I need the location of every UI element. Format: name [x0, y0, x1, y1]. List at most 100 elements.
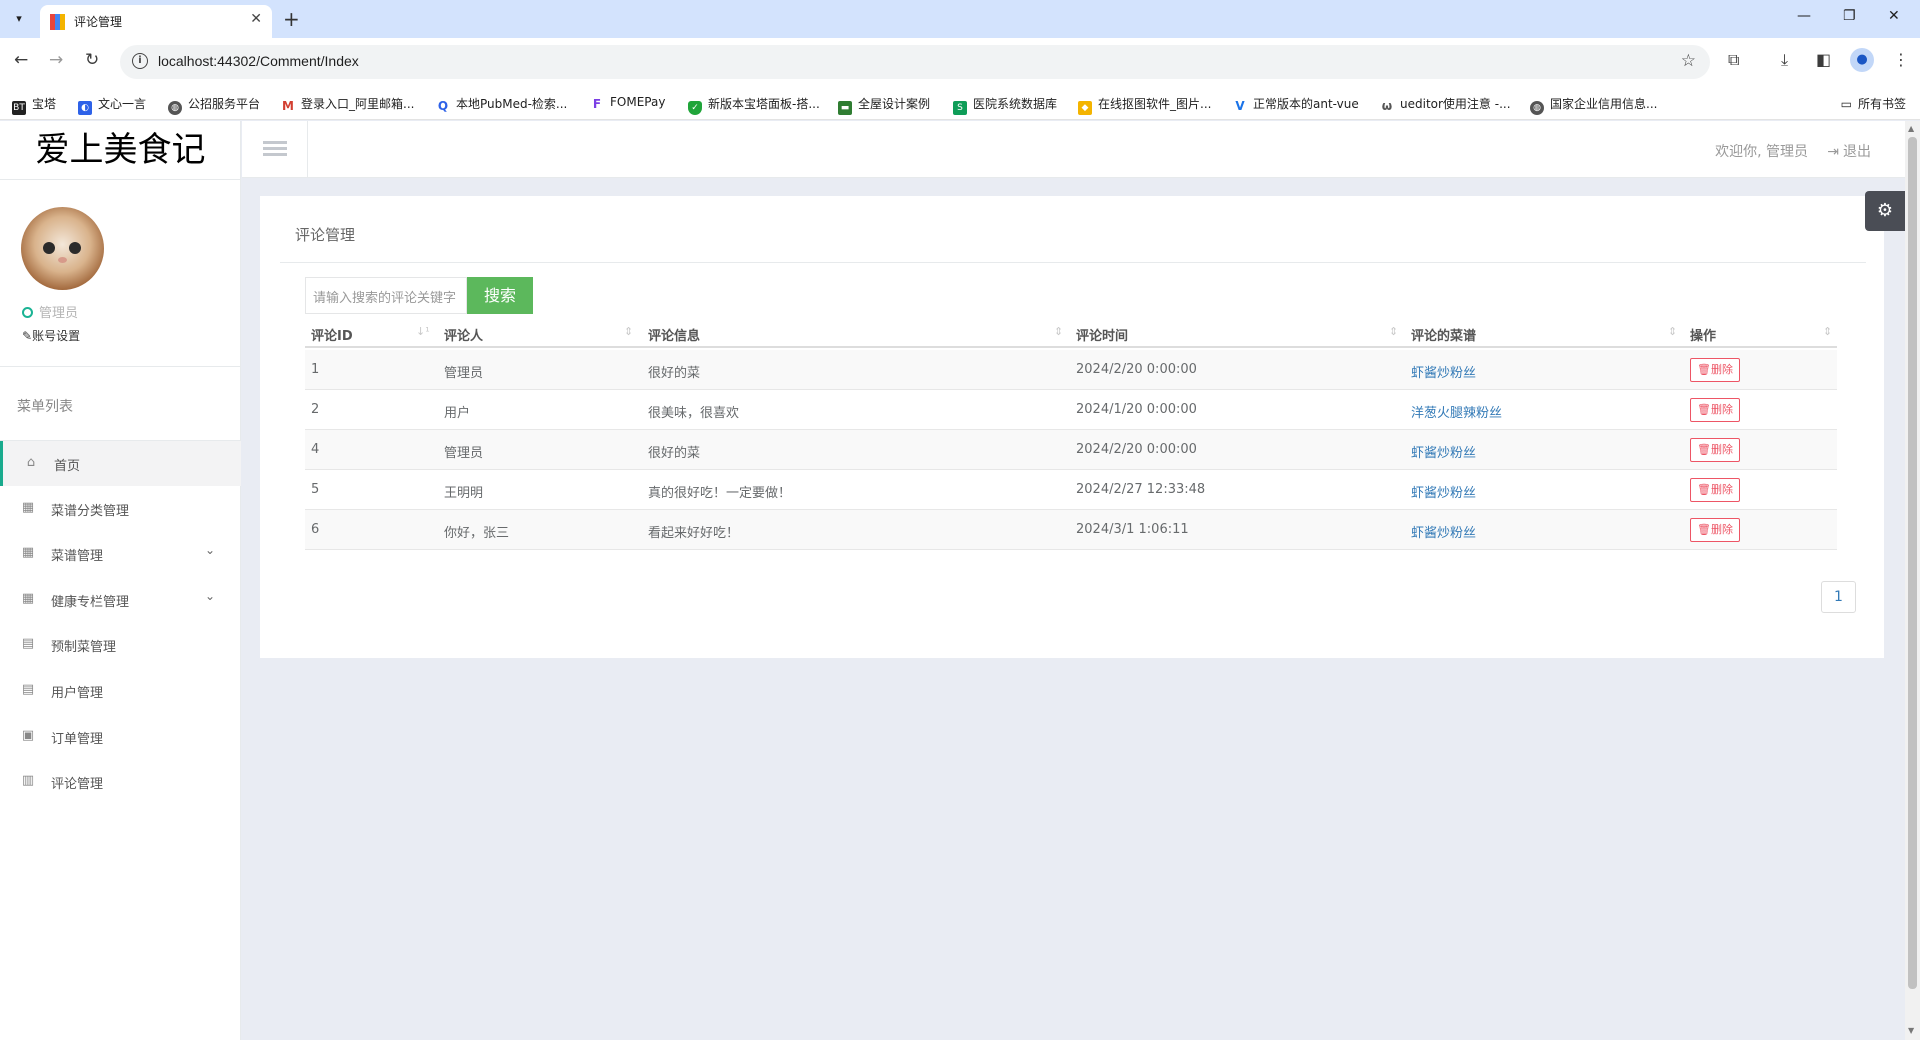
trash-icon: 🗑 [1697, 363, 1711, 376]
search-input[interactable]: 请输入搜索的评论关键字 [305, 277, 467, 314]
bookmark-item[interactable]: ◆ 在线抠图软件_图片... [1078, 95, 1211, 115]
sidebar-item-recipe[interactable]: ▦ 菜谱管理 ⌄ [0, 531, 241, 576]
bookmark-item[interactable]: BT 宝塔 [12, 95, 56, 115]
column-header-user[interactable]: 评论人 [444, 325, 483, 344]
bookmark-label: 国家企业信用信息... [1550, 97, 1658, 111]
main-content: 评论管理 请输入搜索的评论关键字 搜索 评论ID ↓¹ 评论人 ⇕ 评论信息 ⇕… [242, 178, 1905, 1040]
extensions-icon[interactable]: ⧉ [1728, 50, 1739, 70]
sort-icon[interactable]: ⇕ [1823, 325, 1832, 338]
cell-id: 1 [311, 362, 320, 377]
folder-icon: ▭ [1840, 97, 1852, 111]
pagination-page-1[interactable]: 1 [1821, 581, 1856, 613]
delete-label: 删除 [1710, 523, 1733, 536]
delete-button[interactable]: 🗑删除 [1690, 438, 1740, 462]
bookmark-star-icon[interactable]: ☆ [1681, 51, 1696, 71]
cell-content: 很好的菜 [648, 366, 701, 381]
scroll-up-icon[interactable]: ▲ [1908, 124, 1914, 133]
recipe-link[interactable]: 虾酱炒粉丝 [1411, 522, 1476, 541]
tab-title: 评论管理 [74, 15, 123, 29]
panel-divider [280, 262, 1866, 263]
all-bookmarks[interactable]: ▭ 所有书签 [1841, 95, 1906, 112]
sidebar-item-users[interactable]: ▤ 用户管理 [0, 668, 241, 713]
column-header-recipe[interactable]: 评论的菜谱 [1411, 325, 1476, 344]
back-icon[interactable]: ← [14, 50, 28, 70]
sidebar-item-comments[interactable]: ▥ 评论管理 [0, 759, 241, 804]
tab-search-icon[interactable]: ▾ [8, 8, 30, 30]
profile-avatar-icon[interactable]: ● [1850, 48, 1874, 72]
page-scrollbar[interactable]: ▲ ▼ [1905, 121, 1920, 1040]
more-menu-icon[interactable]: ⋮ [1893, 50, 1909, 69]
recipe-link[interactable]: 虾酱炒粉丝 [1411, 482, 1476, 501]
address-bar[interactable]: i localhost:44302/Comment/Index ☆ [120, 45, 1710, 79]
column-header-time[interactable]: 评论时间 [1076, 325, 1128, 344]
new-tab-icon[interactable]: + [283, 7, 300, 31]
home-icon: ⌂ [26, 455, 36, 470]
globe-icon: ◍ [1530, 101, 1544, 115]
bookmark-item[interactable]: ◍ 国家企业信用信息... [1530, 95, 1657, 115]
menu-toggle-icon[interactable] [242, 121, 308, 178]
bookmark-item[interactable]: Q 本地PubMed-检索... [436, 95, 567, 113]
avatar[interactable] [21, 207, 104, 290]
bookmark-item[interactable]: M 登录入口_阿里邮箱... [281, 95, 414, 113]
globe-icon: ◍ [168, 101, 182, 115]
account-settings-link[interactable]: ✎账号设置 [22, 327, 80, 344]
column-header-content[interactable]: 评论信息 [648, 325, 700, 344]
sidebar-item-prepared-dish[interactable]: ▤ 预制菜管理 [0, 622, 241, 667]
browser-tab[interactable]: 评论管理 ✕ [40, 5, 272, 38]
table-icon: ▦ [21, 591, 35, 606]
bookmark-label: ueditor使用注意 -... [1400, 97, 1511, 111]
delete-button[interactable]: 🗑删除 [1690, 518, 1740, 542]
bookmark-item[interactable]: ◐ 文心一言 [78, 95, 146, 115]
scroll-thumb[interactable] [1908, 137, 1917, 989]
bookmark-item[interactable]: ✓ 新版本宝塔面板-搭... [688, 95, 820, 115]
delete-button[interactable]: 🗑删除 [1690, 398, 1740, 422]
restore-icon[interactable]: ❐ [1843, 8, 1856, 24]
url-text[interactable]: localhost:44302/Comment/Index [158, 53, 359, 69]
close-window-icon[interactable]: ✕ [1888, 8, 1900, 24]
bookmark-item[interactable]: ▬ 全屋设计案例 [838, 95, 930, 115]
recipe-link[interactable]: 虾酱炒粉丝 [1411, 442, 1476, 461]
bookmark-item[interactable]: S 医院系统数据库 [953, 95, 1057, 115]
bookmark-label: 文心一言 [98, 97, 147, 111]
sidebar-item-label: 首页 [54, 459, 81, 474]
sort-icon[interactable]: ⇕ [1054, 325, 1063, 338]
download-icon[interactable]: ⤓ [1781, 50, 1788, 70]
minimize-icon[interactable]: — [1797, 8, 1811, 24]
recipe-link[interactable]: 虾酱炒粉丝 [1411, 362, 1476, 381]
bookmark-item[interactable]: F FOMEPay [590, 95, 665, 111]
site-info-icon[interactable]: i [132, 53, 148, 69]
bookmark-item[interactable]: ω ueditor使用注意 -... [1380, 95, 1511, 113]
gear-icon[interactable]: ⚙ [1865, 191, 1905, 231]
cell-content: 很好的菜 [648, 446, 701, 461]
sort-icon[interactable]: ⇕ [1668, 325, 1677, 338]
sidebar-item-home[interactable]: ⌂ 首页 [0, 441, 241, 486]
cell-user: 用户 [444, 406, 471, 421]
tab-close-icon[interactable]: ✕ [250, 11, 262, 27]
delete-button[interactable]: 🗑删除 [1690, 478, 1740, 502]
sort-icon[interactable]: ⇕ [1389, 325, 1398, 338]
bookmark-item[interactable]: ◍ 公招服务平台 [168, 95, 260, 115]
sort-asc-icon[interactable]: ↓¹ [416, 325, 430, 338]
sidebar-item-recipe-category[interactable]: ▦ 菜谱分类管理 [0, 486, 241, 531]
sidebar-item-orders[interactable]: ▣ 订单管理 [0, 714, 241, 759]
column-header-id[interactable]: 评论ID [311, 325, 353, 344]
scroll-down-icon[interactable]: ▼ [1908, 1026, 1914, 1035]
side-panel-icon[interactable]: ◧ [1816, 50, 1831, 69]
column-header-action[interactable]: 操作 [1690, 325, 1716, 344]
search-button[interactable]: 搜索 [467, 277, 533, 314]
sort-icon[interactable]: ⇕ [624, 325, 633, 338]
chevron-down-icon: ⌄ [204, 589, 215, 603]
logout-link[interactable]: ⇥ 退出 [1827, 141, 1871, 161]
sidebar-item-health-column[interactable]: ▦ 健康专栏管理 ⌄ [0, 577, 241, 622]
bookmark-item[interactable]: V 正常版本的ant-vue [1233, 95, 1359, 113]
sidebar-item-label: 健康专栏管理 [51, 595, 130, 610]
delete-button[interactable]: 🗑删除 [1690, 358, 1740, 382]
recipe-link[interactable]: 洋葱火腿辣粉丝 [1411, 402, 1502, 421]
app-logo: 爱上美食记 [35, 130, 206, 170]
shield-icon: ✓ [688, 101, 702, 115]
browser-toolbar: ← → ↻ i localhost:44302/Comment/Index ☆ … [0, 38, 1920, 86]
forward-icon[interactable]: → [49, 50, 63, 70]
cell-content: 很美味，很喜欢 [648, 406, 740, 421]
sidebar: 爱上美食记 管理员 ✎账号设置 菜单列表 ⌂ 首页 ▦ 菜谱分类管理 ▦ 菜谱管… [0, 121, 241, 1040]
reload-icon[interactable]: ↻ [85, 50, 99, 70]
